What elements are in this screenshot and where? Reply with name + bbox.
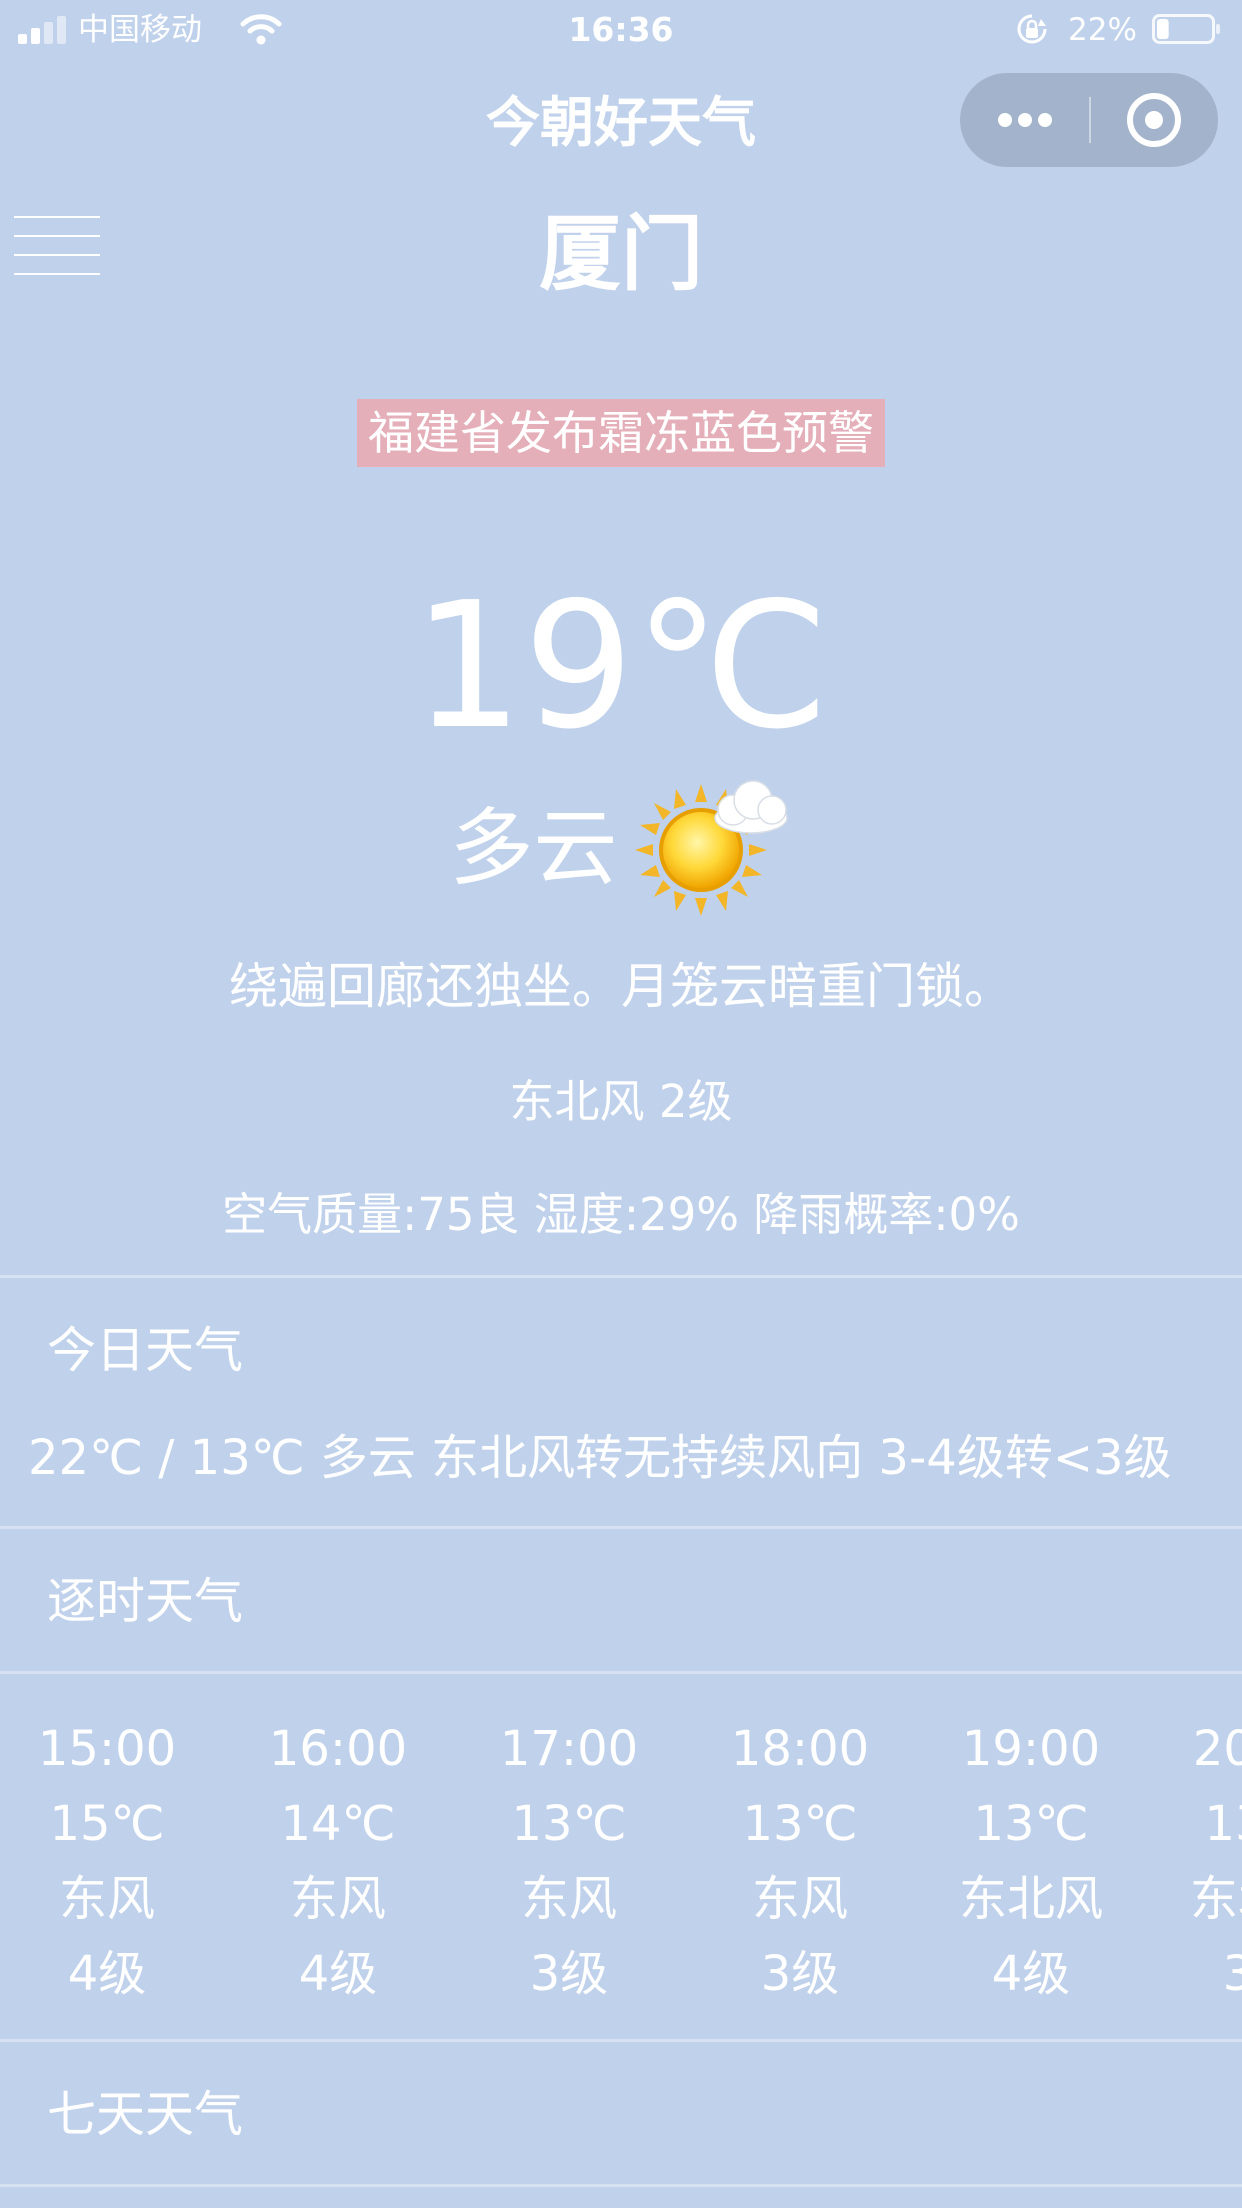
status-bar: 中国移动 16:36 22% <box>0 0 1242 62</box>
hourly-temp: 13℃ <box>973 1796 1089 1852</box>
close-button[interactable] <box>1091 73 1218 167</box>
hourly-wind-direction: 东北风 <box>1189 1871 1242 1927</box>
hourly-wind-direction: 东风 <box>289 1871 386 1927</box>
hourly-item: 19:00 13℃ 东北风 4级 <box>926 1712 1136 2002</box>
hourly-wind-level: 4级 <box>298 1946 378 2002</box>
hourly-wind-direction: 东北风 <box>958 1871 1103 1927</box>
air-quality-line: 空气质量:75良 湿度:29% 降雨概率:0% <box>222 1188 1020 1241</box>
hourly-wind-level: 4级 <box>991 1946 1071 2002</box>
hourly-item: 17:00 13℃ 东风 3级 <box>464 1712 674 2002</box>
sun-behind-cloud-icon <box>634 780 788 916</box>
today-weather-detail: 22℃ / 13℃ 多云 东北风转无持续风向 3-4级转<3级 <box>28 1430 1172 1486</box>
hourly-wind-direction: 东风 <box>58 1871 155 1927</box>
hourly-time: 16:00 <box>268 1721 408 1777</box>
hourly-wind-direction: 东风 <box>751 1871 848 1927</box>
hourly-item: 15:00 15℃ 东风 4级 <box>2 1712 212 2002</box>
hourly-temp: 13℃ <box>511 1796 627 1852</box>
battery-percent: 22% <box>1068 12 1137 48</box>
rotation-lock-icon <box>1017 14 1047 44</box>
miniprogram-capsule <box>960 73 1218 167</box>
current-wind: 东北风 2级 <box>509 1075 733 1128</box>
hourly-wind-direction: 东风 <box>520 1871 617 1927</box>
city-name[interactable]: 厦门 <box>0 200 1242 310</box>
hourly-wind-level: 4级 <box>67 1946 147 2002</box>
hourly-temp: 14℃ <box>280 1796 396 1852</box>
hourly-weather-title: 逐时天气 <box>47 1573 244 1630</box>
weather-warning-banner[interactable]: 福建省发布霜冻蓝色预警 <box>357 399 885 467</box>
battery-icon <box>1152 14 1220 44</box>
seven-day-weather-title: 七天天气 <box>47 2086 244 2143</box>
status-time: 16:36 <box>568 10 674 49</box>
hourly-wind-level: 3级 <box>760 1946 840 2002</box>
current-condition: 多云 <box>0 778 1242 918</box>
current-temperature: 19℃ <box>412 565 830 768</box>
weather-poem: 绕遍回廊还独坐。月笼云暗重门锁。 <box>228 958 1013 1015</box>
hourly-forecast-scroller[interactable]: 15:00 15℃ 东风 4级 16:00 14℃ 东风 4级 17:00 13… <box>0 1712 1242 2002</box>
section-divider <box>0 2039 1242 2042</box>
hourly-temp: 13℃ <box>742 1796 858 1852</box>
hourly-item: 16:00 14℃ 东风 4级 <box>233 1712 443 2002</box>
section-divider <box>0 1526 1242 1529</box>
hourly-time: 19:00 <box>961 1721 1101 1777</box>
hourly-temp: 13℃ <box>1204 1796 1242 1852</box>
hourly-time: 17:00 <box>499 1721 639 1777</box>
hourly-temp: 15℃ <box>49 1796 165 1852</box>
section-divider <box>0 2184 1242 2187</box>
more-button[interactable] <box>960 73 1089 167</box>
today-weather-title: 今日天气 <box>47 1322 244 1379</box>
hourly-wind-level: 3级 <box>1222 1946 1242 2002</box>
condition-text: 多云 <box>449 799 618 897</box>
section-divider <box>0 1275 1242 1278</box>
section-divider <box>0 1671 1242 1674</box>
hourly-time: 18:00 <box>730 1721 870 1777</box>
hourly-item: 18:00 13℃ 东风 3级 <box>695 1712 905 2002</box>
hourly-time: 15:00 <box>37 1721 177 1777</box>
hourly-wind-level: 3级 <box>529 1946 609 2002</box>
hourly-time: 20:00 <box>1192 1721 1242 1777</box>
hourly-item: 20:00 13℃ 东北风 3级 <box>1157 1712 1242 2002</box>
